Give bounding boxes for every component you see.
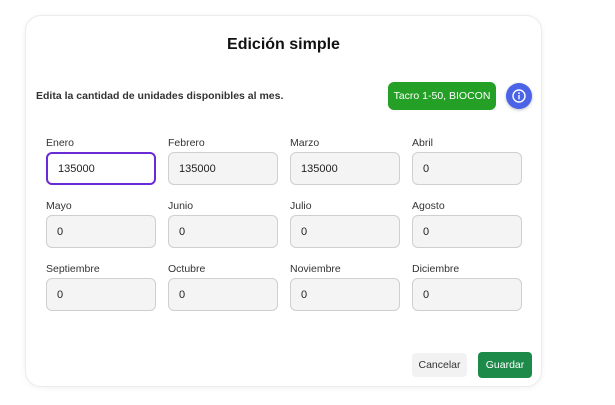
product-badge: Tacro 1-50, BIOCON [388,82,496,110]
month-input-diciembre[interactable] [412,278,522,311]
info-button[interactable] [506,83,532,109]
field-junio: Junio [168,199,278,248]
field-label: Mayo [46,200,72,212]
month-input-octubre[interactable] [168,278,278,311]
cancel-button[interactable]: Cancelar [412,353,467,377]
field-label: Julio [290,200,312,212]
info-icon [512,89,526,103]
field-label: Febrero [168,137,205,149]
field-label: Junio [168,200,194,212]
field-mayo: Mayo [46,199,156,248]
dialog-subtitle: Edita la cantidad de unidades disponible… [36,90,284,102]
field-febrero: Febrero [168,136,278,185]
simple-edit-dialog: Edición simple Edita la cantidad de unid… [25,15,542,387]
dialog-title: Edición simple [227,36,340,53]
field-septiembre: Septiembre [46,262,156,311]
field-diciembre: Diciembre [412,262,522,311]
month-input-agosto[interactable] [412,215,522,248]
field-label: Enero [46,137,75,149]
month-input-marzo[interactable] [290,152,400,185]
month-input-noviembre[interactable] [290,278,400,311]
months-grid: Enero Febrero Marzo Abril Mayo Junio Jul… [46,136,524,311]
field-enero: Enero [46,136,156,185]
field-label: Noviembre [290,263,341,275]
field-label: Marzo [290,137,320,149]
field-julio: Julio [290,199,400,248]
field-label: Octubre [168,263,206,275]
month-input-enero[interactable] [46,152,156,185]
month-input-septiembre[interactable] [46,278,156,311]
save-button[interactable]: Guardar [478,352,532,378]
month-input-julio[interactable] [290,215,400,248]
field-label: Diciembre [412,263,460,275]
field-agosto: Agosto [412,199,522,248]
month-input-abril[interactable] [412,152,522,185]
month-input-febrero[interactable] [168,152,278,185]
month-input-mayo[interactable] [46,215,156,248]
field-label: Abril [412,137,434,149]
field-marzo: Marzo [290,136,400,185]
field-label: Agosto [412,200,445,212]
month-input-junio[interactable] [168,215,278,248]
field-label: Septiembre [46,263,100,275]
field-octubre: Octubre [168,262,278,311]
field-abril: Abril [412,136,522,185]
field-noviembre: Noviembre [290,262,400,311]
